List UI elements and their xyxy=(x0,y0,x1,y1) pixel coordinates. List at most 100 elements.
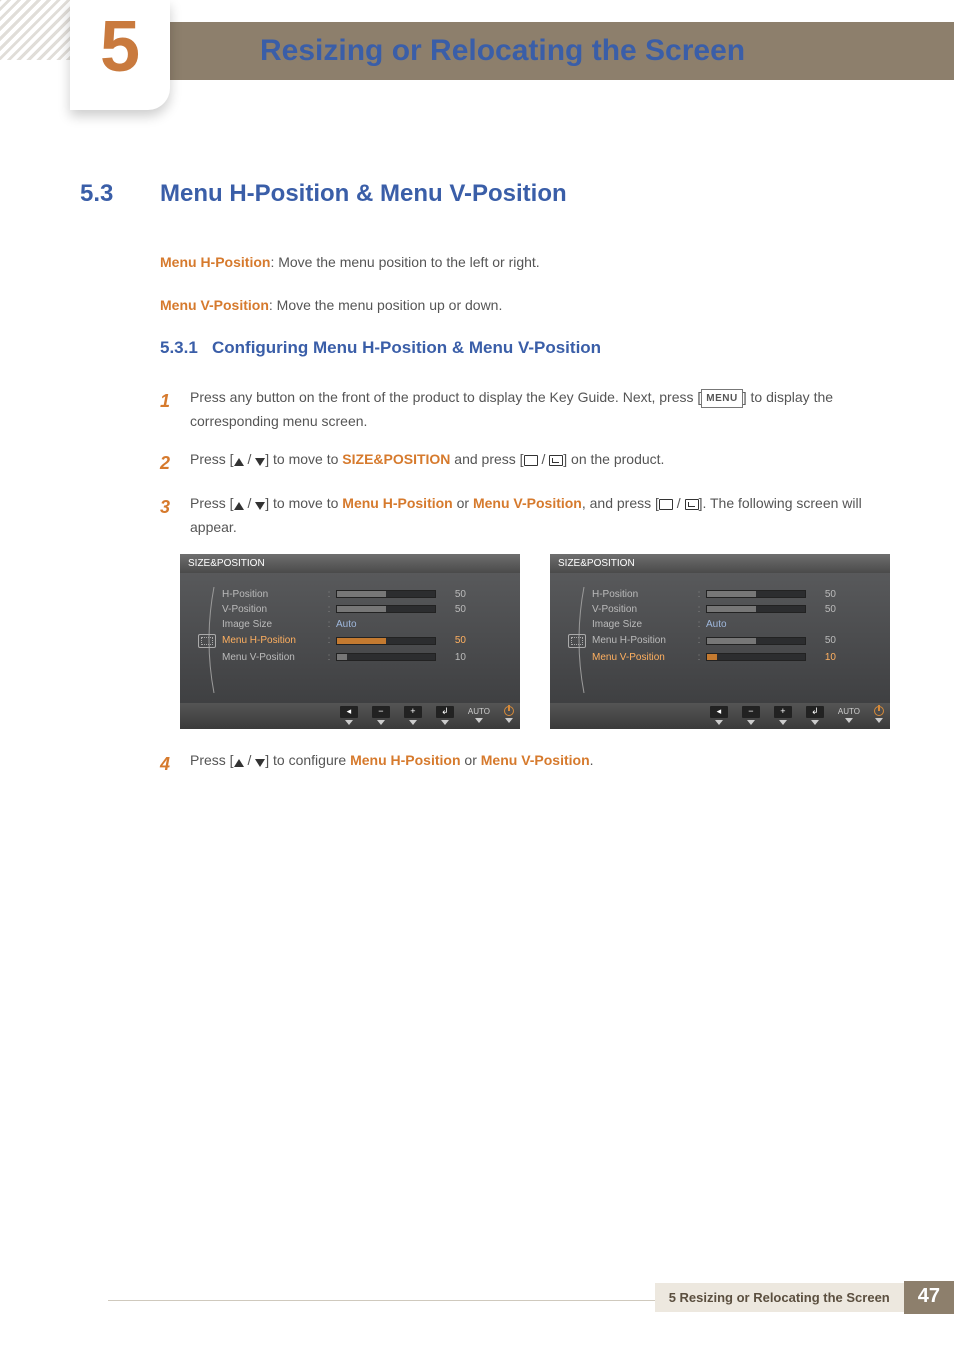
foot-plus-icon: + xyxy=(774,706,792,725)
content: 5.3 Menu H-Position & Menu V-Position Me… xyxy=(80,180,894,793)
step-3-num: 3 xyxy=(160,492,190,540)
osd-hpos-slider xyxy=(336,590,436,598)
subsection-number: 5.3.1 xyxy=(160,338,198,357)
osd-row-hpos: H-Position : 50 xyxy=(192,589,508,600)
step-1-body: Press any button on the front of the pro… xyxy=(190,386,894,434)
osd-mvpos-slider xyxy=(336,653,436,661)
osd-mvpos-slider xyxy=(706,653,806,661)
osd-mhpos-slider xyxy=(706,637,806,645)
kw-mh: Menu H-Position xyxy=(342,495,452,511)
chapter-tab: 5 xyxy=(70,0,170,110)
kw-mv: Menu V-Position xyxy=(473,495,582,511)
osd-imgsize-label: Image Size xyxy=(592,619,692,630)
up-icon xyxy=(234,502,244,510)
subsection-title: Configuring Menu H-Position & Menu V-Pos… xyxy=(212,338,601,357)
osd-hpos-label: H-Position xyxy=(222,589,322,600)
step-4-or: or xyxy=(461,752,481,768)
step-1-a: Press any button on the front of the pro… xyxy=(190,389,701,405)
step-1-num: 1 xyxy=(160,386,190,434)
down-icon xyxy=(255,502,265,510)
enter-icon xyxy=(685,499,699,510)
screen-icon xyxy=(198,634,216,648)
enter-icon xyxy=(549,455,563,466)
intro-v-text: : Move the menu position up or down. xyxy=(269,297,502,313)
osd-vpos-label: V-Position xyxy=(592,604,692,615)
step-3-c: , and press [ xyxy=(582,495,659,511)
osd-left-title: SIZE&POSITION xyxy=(180,554,520,573)
step-3-b: ] to move to xyxy=(265,495,342,511)
osd-hpos-slider xyxy=(706,590,806,598)
page-number: 47 xyxy=(904,1281,954,1314)
step-2-c: and press [ xyxy=(450,451,523,467)
foot-minus-icon: − xyxy=(742,706,760,725)
osd-left-foot: ◂ − + ↲ AUTO xyxy=(180,703,520,729)
header-bar: Resizing or Relocating the Screen xyxy=(70,22,954,80)
step-2-b: ] to move to xyxy=(265,451,342,467)
down-icon xyxy=(255,759,265,767)
steps-continued: 4 Press [ / ] to configure Menu H-Positi… xyxy=(160,749,894,780)
osd-hpos-label: H-Position xyxy=(592,589,692,600)
kw-mv: Menu V-Position xyxy=(481,752,590,768)
osd-right-body: H-Position : 50 V-Position : 50 Image Si… xyxy=(550,573,890,703)
foot-back-icon: ◂ xyxy=(710,706,728,725)
osd-mhpos-slider xyxy=(336,637,436,645)
step-3: 3 Press [ / ] to move to Menu H-Position… xyxy=(160,492,894,540)
osd-mvpos-label: Menu V-Position xyxy=(592,652,692,663)
intro-h-label: Menu H-Position xyxy=(160,254,270,270)
osd-screenshots: SIZE&POSITION H-Position : 50 V-Position… xyxy=(180,554,894,729)
osd-imgsize-val: Auto xyxy=(706,619,806,630)
osd-mhpos-val: 50 xyxy=(436,635,466,646)
footer: 5 Resizing or Relocating the Screen 47 xyxy=(655,1282,954,1312)
step-2-a: Press [ xyxy=(190,451,234,467)
osd-row-mhpos: Menu H-Position : 50 xyxy=(192,634,508,648)
osd-row-mhpos: Menu H-Position : 50 xyxy=(562,634,878,648)
footer-text: 5 Resizing or Relocating the Screen xyxy=(655,1283,904,1312)
step-4-num: 4 xyxy=(160,749,190,780)
osd-row-hpos: H-Position : 50 xyxy=(562,589,878,600)
osd-hpos-val: 50 xyxy=(436,589,466,600)
step-2-d: ] on the product. xyxy=(563,451,664,467)
step-4: 4 Press [ / ] to configure Menu H-Positi… xyxy=(160,749,894,780)
osd-row-vpos: V-Position : 50 xyxy=(192,604,508,615)
osd-vpos-label: V-Position xyxy=(222,604,322,615)
intro-h: Menu H-Position: Move the menu position … xyxy=(160,252,894,273)
osd-left: SIZE&POSITION H-Position : 50 V-Position… xyxy=(180,554,520,729)
foot-enter-icon: ↲ xyxy=(806,706,824,725)
step-2-num: 2 xyxy=(160,448,190,479)
osd-vpos-slider xyxy=(336,605,436,613)
screen-icon xyxy=(568,634,586,648)
step-4-b: ] to configure xyxy=(265,752,350,768)
up-icon xyxy=(234,759,244,767)
osd-row-mvpos: Menu V-Position : 10 xyxy=(562,652,878,663)
foot-plus-icon: + xyxy=(404,706,422,725)
steps: 1 Press any button on the front of the p… xyxy=(160,386,894,540)
foot-minus-icon: − xyxy=(372,706,390,725)
osd-hpos-val: 50 xyxy=(806,589,836,600)
rect-icon xyxy=(659,499,673,510)
osd-vpos-slider xyxy=(706,605,806,613)
osd-mhpos-label: Menu H-Position xyxy=(222,635,322,646)
kw-sizepos: SIZE&POSITION xyxy=(342,451,450,467)
chapter-title: Resizing or Relocating the Screen xyxy=(260,34,745,68)
step-3-or: or xyxy=(453,495,473,511)
step-4-c: . xyxy=(590,752,594,768)
osd-right: SIZE&POSITION H-Position : 50 V-Position… xyxy=(550,554,890,729)
step-2: 2 Press [ / ] to move to SIZE&POSITION a… xyxy=(160,448,894,479)
osd-mhpos-val: 50 xyxy=(806,635,836,646)
osd-left-body: H-Position : 50 V-Position : 50 Image Si… xyxy=(180,573,520,703)
chapter-number: 5 xyxy=(100,6,140,88)
osd-vpos-val: 50 xyxy=(806,604,836,615)
osd-mvpos-val: 10 xyxy=(806,652,836,663)
osd-mvpos-label: Menu V-Position xyxy=(222,652,322,663)
foot-enter-icon: ↲ xyxy=(436,706,454,725)
section-heading: 5.3 Menu H-Position & Menu V-Position xyxy=(80,180,894,208)
down-icon xyxy=(255,458,265,466)
foot-power-icon xyxy=(504,706,514,725)
section-title: Menu H-Position & Menu V-Position xyxy=(160,180,567,208)
up-icon xyxy=(234,458,244,466)
subsection-heading: 5.3.1 Configuring Menu H-Position & Menu… xyxy=(160,338,894,358)
osd-row-vpos: V-Position : 50 xyxy=(562,604,878,615)
step-2-body: Press [ / ] to move to SIZE&POSITION and… xyxy=(190,448,894,479)
osd-row-imgsize: Image Size : Auto xyxy=(562,619,878,630)
step-1: 1 Press any button on the front of the p… xyxy=(160,386,894,434)
